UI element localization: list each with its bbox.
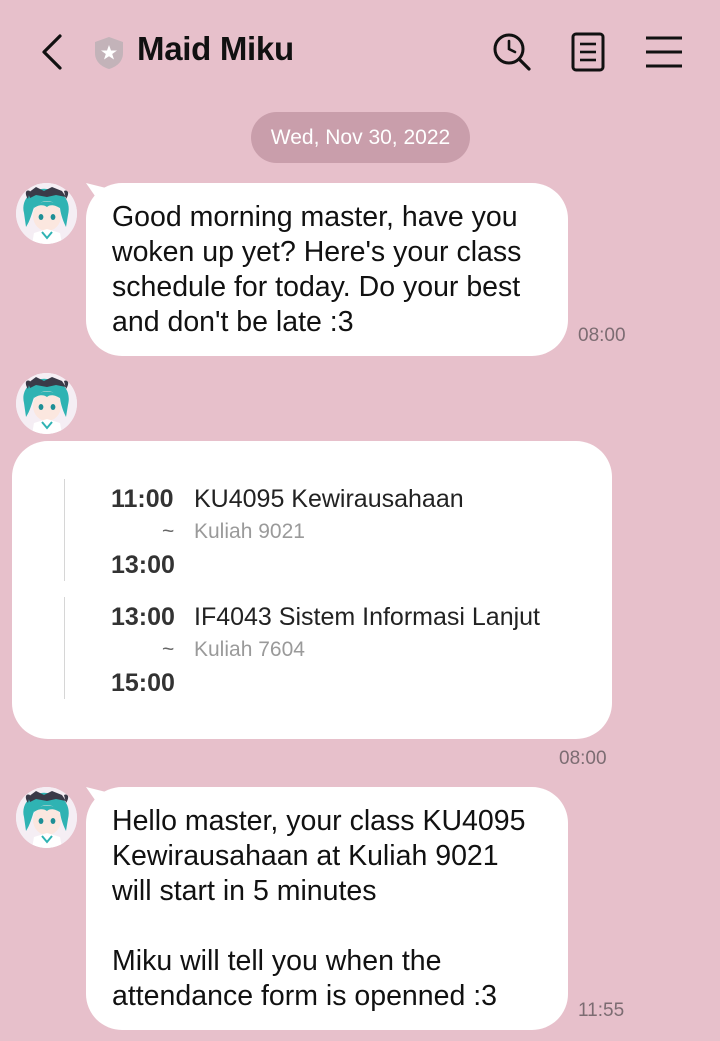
schedule-item[interactable]: 13:00 IF4043 Sistem Informasi Lanjut ~ K… — [64, 597, 584, 699]
avatar[interactable] — [16, 373, 77, 434]
schedule-divider — [64, 597, 65, 699]
chat-header: Maid Miku — [0, 0, 720, 104]
search-history-icon[interactable] — [490, 30, 534, 74]
avatar[interactable] — [16, 787, 77, 848]
schedule-item[interactable]: 11:00 KU4095 Kewirausahaan ~ Kuliah 9021… — [64, 479, 584, 581]
schedule-start-time: 11:00 — [111, 485, 174, 513]
notes-icon[interactable] — [566, 30, 610, 74]
shield-star-icon — [95, 37, 123, 69]
message-bubble[interactable]: Hello master, your class KU4095 Kewiraus… — [86, 787, 568, 1030]
avatar[interactable] — [16, 183, 77, 244]
schedule-card[interactable]: 11:00 KU4095 Kewirausahaan ~ Kuliah 9021… — [12, 441, 612, 739]
date-separator: Wed, Nov 30, 2022 — [251, 112, 470, 163]
schedule-start-time: 13:00 — [111, 603, 175, 631]
message-bubble[interactable]: Good morning master, have you woken up y… — [86, 183, 568, 356]
chat-title: Maid Miku — [137, 30, 294, 67]
schedule-room: Kuliah 7604 — [194, 638, 305, 661]
schedule-range-separator: ~ — [162, 520, 175, 543]
schedule-room: Kuliah 9021 — [194, 520, 305, 543]
message-time: 11:55 — [578, 1000, 625, 1021]
schedule-end-time: 15:00 — [111, 669, 175, 697]
message-text: Good morning master, have you woken up y… — [112, 201, 522, 338]
message-time: 08:00 — [578, 325, 626, 346]
message-text: Hello master, your class KU4095 Kewiraus… — [112, 805, 526, 1012]
schedule-course-title: KU4095 Kewirausahaan — [194, 485, 464, 513]
schedule-course-title: IF4043 Sistem Informasi Lanjut — [194, 603, 540, 631]
schedule-end-time: 13:00 — [111, 551, 175, 579]
back-icon[interactable] — [36, 30, 70, 74]
schedule-divider — [64, 479, 65, 581]
message-time: 08:00 — [559, 748, 607, 769]
menu-icon[interactable] — [642, 30, 686, 74]
schedule-range-separator: ~ — [162, 638, 175, 661]
